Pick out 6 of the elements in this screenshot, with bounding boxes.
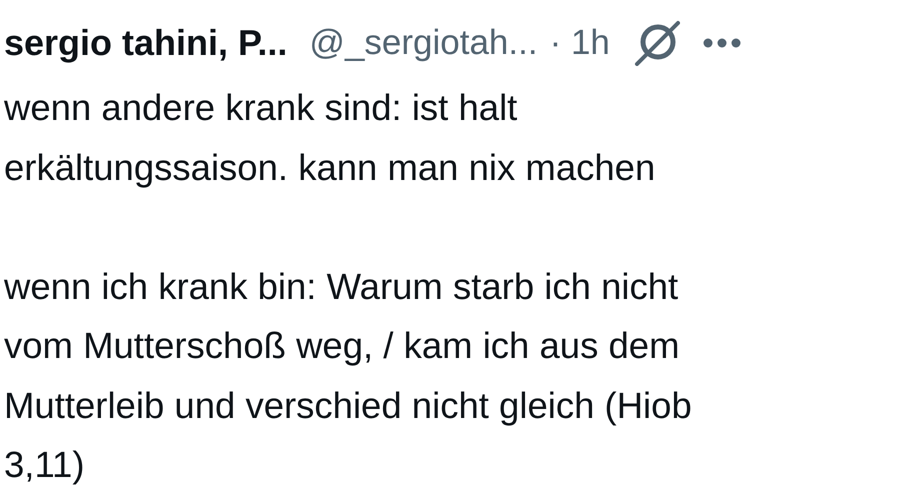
- post-time[interactable]: · 1h: [550, 23, 610, 63]
- author-handle[interactable]: @_sergiotah...: [309, 23, 538, 63]
- slashed-circle-icon[interactable]: [634, 20, 680, 66]
- author-name[interactable]: sergio tahini, P...: [4, 22, 288, 64]
- more-icon[interactable]: [702, 37, 742, 49]
- post-text: wenn andere krank sind: ist halt erkältungssaison. kann man nix machen wenn ich krank bin: Warum starb ich nicht vom Mutterschoß weg, / kam ich aus dem Mutterleib und verschied nicht gleich (Hiob 3,11): [4, 86, 693, 487]
